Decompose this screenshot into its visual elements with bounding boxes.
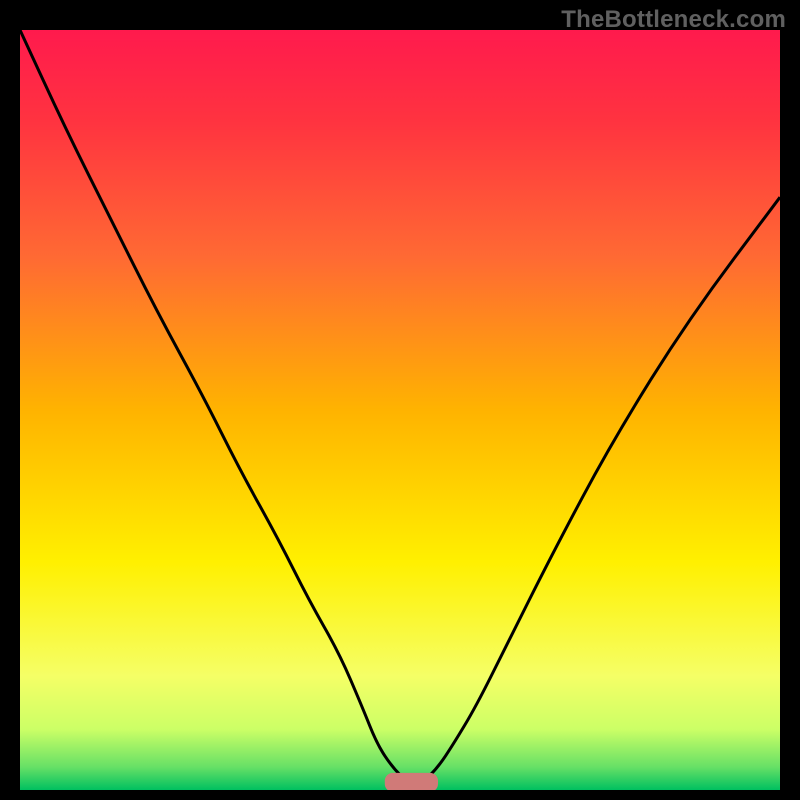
chart-frame: TheBottleneck.com <box>0 0 800 800</box>
minimum-marker <box>385 773 438 790</box>
chart-svg <box>20 30 780 790</box>
chart-plot-area <box>20 30 780 790</box>
gradient-rect <box>20 30 780 790</box>
watermark-text: TheBottleneck.com <box>561 6 786 34</box>
